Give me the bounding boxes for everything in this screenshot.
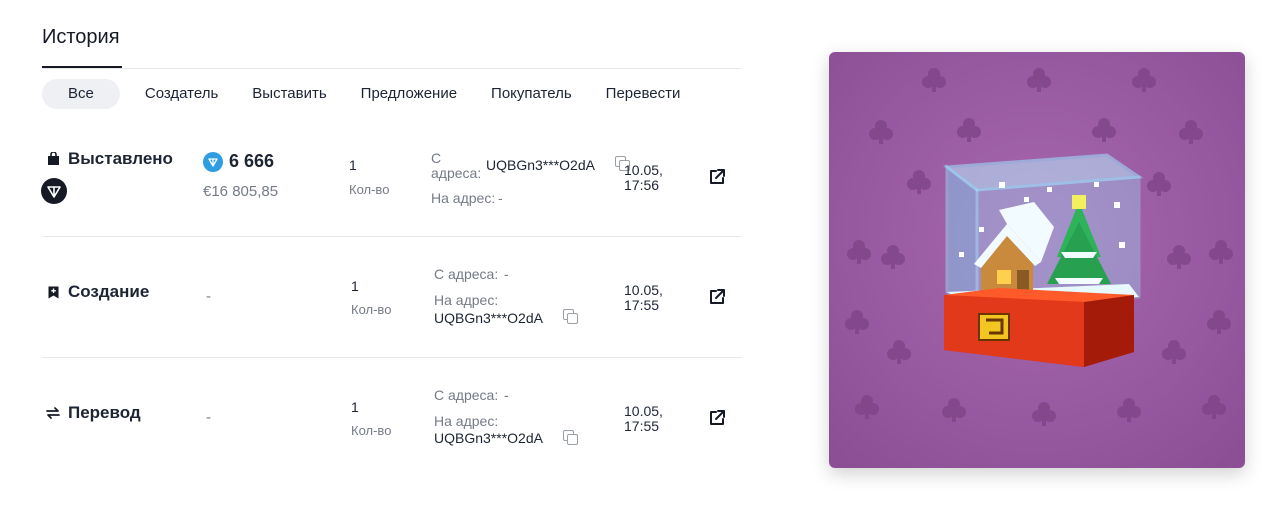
event-type: Создание (42, 282, 149, 302)
time: 17:56 (624, 177, 660, 193)
price: 6 666 (203, 151, 274, 172)
quantity-label: Кол-во (351, 302, 392, 317)
event-type-label: Перевод (68, 403, 141, 422)
external-link-icon[interactable] (707, 167, 727, 187)
time: 17:55 (624, 297, 660, 313)
to-address[interactable]: UQBGn3***O2dA (434, 431, 543, 446)
from-label: С адреса: (434, 266, 499, 282)
price: - (206, 288, 211, 305)
to-label: На адрес: (431, 190, 496, 206)
quantity: 1 (351, 278, 359, 294)
from-label: С адреса: (431, 150, 482, 181)
event-type-label: Создание (68, 282, 150, 301)
fiat-price: €16 805,85 (203, 183, 279, 200)
history-tab[interactable]: История (42, 26, 120, 49)
to-address: - (498, 190, 503, 206)
quantity-label: Кол-во (349, 182, 390, 197)
filter-creator[interactable]: Создатель (145, 79, 218, 109)
ton-icon (203, 151, 223, 172)
filter-list[interactable]: Выставить (252, 79, 326, 109)
price: - (206, 409, 211, 426)
filter-transfer[interactable]: Перевести (606, 79, 681, 109)
event-type: Выставлено (42, 149, 173, 169)
event-type-label: Выставлено (68, 149, 173, 168)
filter-buyer[interactable]: Покупатель (491, 79, 572, 109)
bookmark-plus-icon (46, 285, 60, 299)
marketplace-icon (41, 178, 67, 204)
quantity: 1 (351, 399, 359, 415)
divider (42, 68, 742, 69)
row-divider (42, 357, 742, 358)
quantity-label: Кол-во (351, 423, 392, 438)
filter-bar: Все Создатель Выставить Предложение Поку… (42, 79, 714, 109)
copy-icon[interactable] (563, 309, 578, 324)
to-label: На адрес: (434, 413, 499, 429)
external-link-icon[interactable] (707, 287, 727, 307)
from-address: - (504, 387, 509, 403)
transfer-arrows-icon (46, 406, 60, 420)
filter-offer[interactable]: Предложение (361, 79, 457, 109)
event-type: Перевод (42, 403, 141, 423)
time: 17:55 (624, 418, 660, 434)
price-value: 6 666 (229, 151, 275, 171)
bag-icon (46, 152, 60, 166)
copy-icon[interactable] (563, 430, 578, 445)
external-link-icon[interactable] (707, 408, 727, 428)
row-divider (42, 236, 742, 237)
to-label: На адрес: (434, 292, 499, 308)
nft-image[interactable] (829, 52, 1245, 468)
from-label: С адреса: (434, 387, 499, 403)
to-address[interactable]: UQBGn3***O2dA (434, 311, 543, 326)
filter-all[interactable]: Все (42, 79, 120, 109)
date: 10.05, (624, 403, 663, 419)
date: 10.05, (624, 162, 663, 178)
from-address[interactable]: UQBGn3***O2dA (486, 158, 595, 173)
from-address: - (504, 266, 509, 282)
snow-globe-house-tree-icon (829, 52, 1245, 468)
quantity: 1 (349, 157, 357, 173)
date: 10.05, (624, 282, 663, 298)
